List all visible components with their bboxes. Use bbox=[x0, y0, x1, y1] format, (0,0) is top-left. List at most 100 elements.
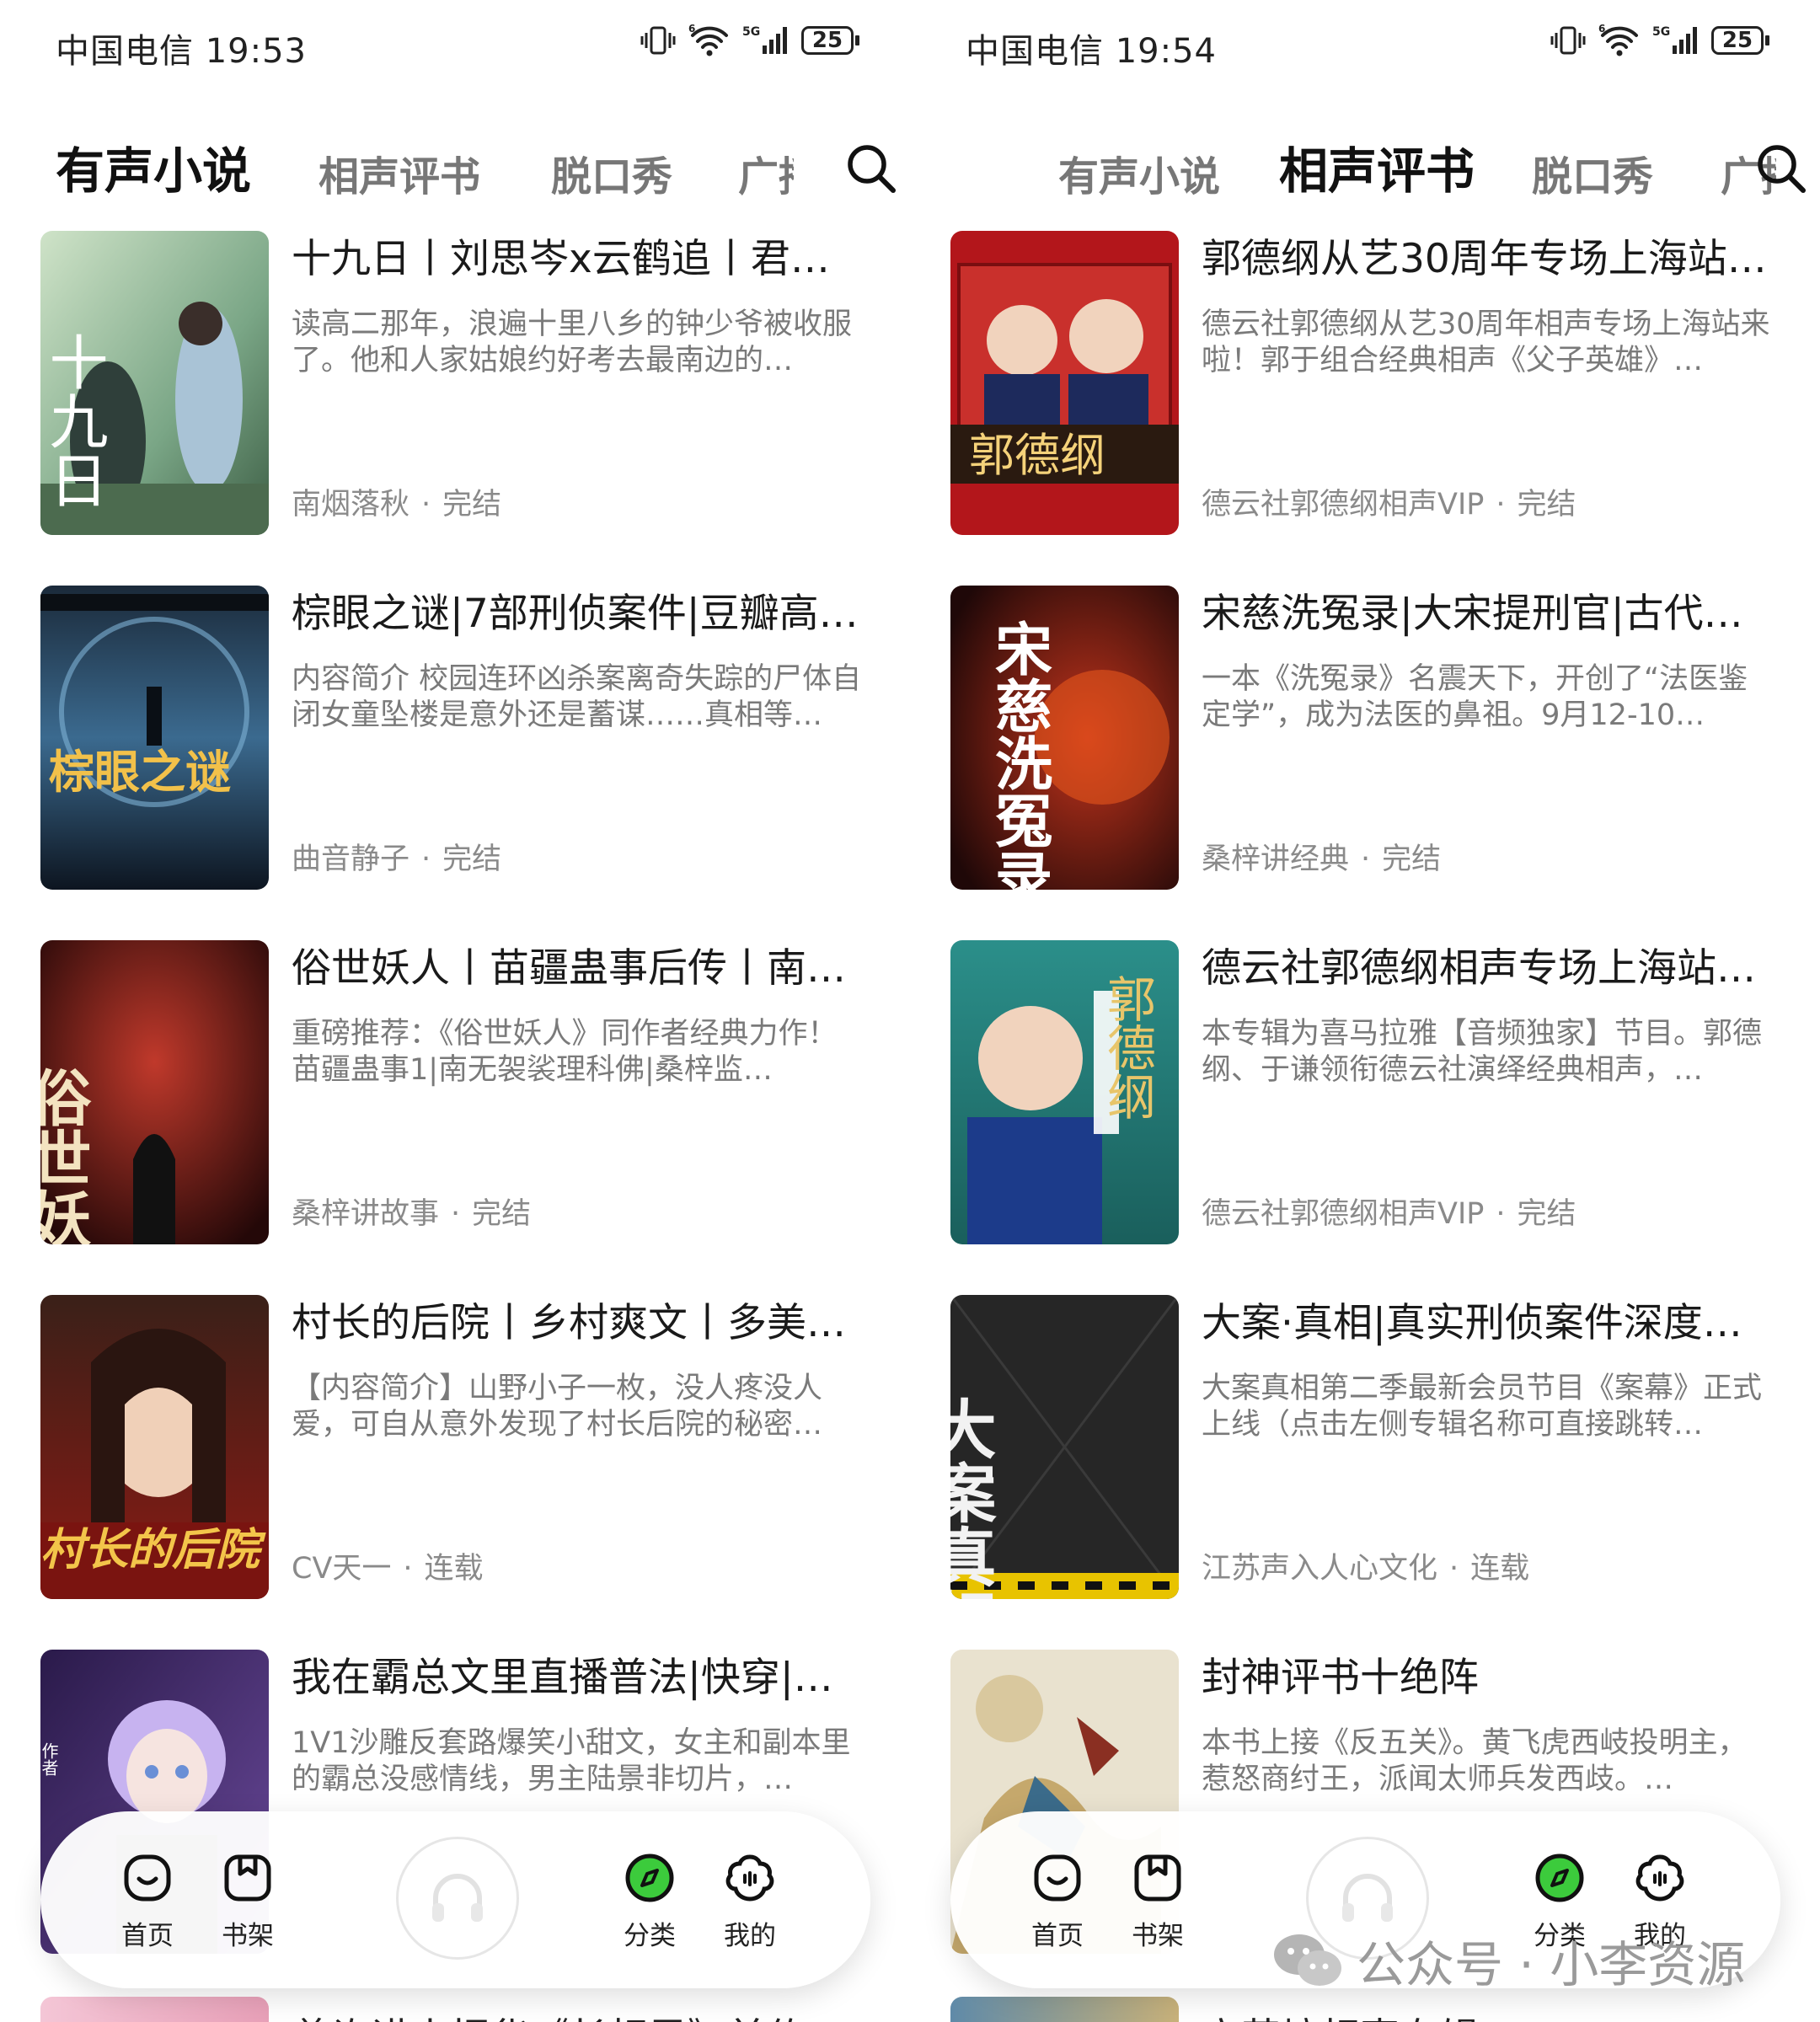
tab-audio-novel[interactable]: 有声小说 bbox=[1058, 143, 1220, 202]
book-status: 完结 bbox=[1517, 1197, 1576, 1231]
book-info: 大案·真相|真实刑侦案件深度… 大案真相第二季最新会员节目《案幕》正式上线（点击… bbox=[1202, 1292, 1773, 1586]
book-cover[interactable]: 棕眼之谜 bbox=[40, 586, 269, 890]
list-item[interactable]: 郭德纲 德云社郭德纲相声专场上海站… 本专辑为喜马拉雅【音频独家】节目。郭德纲、… bbox=[950, 937, 1820, 1292]
book-description: 本专辑为喜马拉雅【音频独家】节目。郭德纲、于谦领衔德云社演绎经典相声，… bbox=[1202, 1017, 1763, 1087]
tab-crosstalk[interactable]: 相声评书 bbox=[1279, 131, 1475, 202]
book-title[interactable]: 十九日丨刘思岑x云鹤追丨君… bbox=[292, 234, 863, 285]
tab-talk-show[interactable]: 脱口秀 bbox=[1532, 143, 1653, 202]
book-title[interactable]: 棕眼之谜|7部刑侦案件|豆瓣高… bbox=[292, 589, 863, 639]
nav-profile[interactable]: 我的 bbox=[699, 1852, 800, 1952]
book-meta: 桑梓讲故事 · 完结 bbox=[292, 1197, 532, 1231]
book-description: 读高二那年，浪遍十里八乡的钟少爷被收服了。他和人家姑娘约好考去最南边的… bbox=[292, 308, 853, 377]
book-author: 桑梓讲经典 bbox=[1202, 842, 1350, 876]
wifi-icon: 6 bbox=[1598, 24, 1638, 56]
book-author: 曲音静子 bbox=[292, 842, 410, 876]
book-status: 完结 bbox=[1382, 842, 1442, 876]
list-item[interactable]: 大案真相 大案·真相|真实刑侦案件深度… 大案真相第二季最新会员节目《案幕》正式… bbox=[950, 1292, 1820, 1646]
search-icon[interactable] bbox=[1754, 142, 1808, 195]
list-item[interactable]: 郭德纲 郭德纲从艺30周年专场上海站… 德云社郭德纲从艺30周年相声专场上海站来… bbox=[950, 227, 1820, 582]
book-title[interactable]: 宋慈洗冤录|大宋提刑官|古代… bbox=[1202, 589, 1773, 639]
book-description: 内容简介 校园连环凶杀案离奇失踪的尸体自闭女童坠楼是意外还是蓄谋……真相等… bbox=[292, 662, 862, 732]
svg-text:十九日: 十九日 bbox=[40, 332, 109, 509]
book-meta: 曲音静子 · 完结 bbox=[292, 842, 502, 876]
book-description: 重磅推荐：《俗世妖人》同作者经典力作！苗疆蛊事1|南无袈裟理科佛|桑梓监… bbox=[292, 1017, 838, 1087]
home-icon bbox=[1034, 1854, 1081, 1902]
category-tabs: 有声小说 相声评书 脱口秀 广播 bbox=[56, 126, 910, 202]
book-cover[interactable]: 郭德纲 bbox=[950, 231, 1179, 535]
book-author: CV天一 bbox=[292, 1552, 392, 1586]
nav-bookshelf-label: 书架 bbox=[222, 1921, 274, 1951]
watermark-text: 公众号 · 小李资源 bbox=[1357, 1936, 1746, 1993]
svg-text:6: 6 bbox=[688, 24, 695, 35]
svg-text:村长的后院: 村长的后院 bbox=[40, 1525, 266, 1575]
book-status: 完结 bbox=[442, 488, 502, 522]
book-info: 棕眼之谜|7部刑侦案件|豆瓣高… 内容简介 校园连环凶杀案离奇失踪的尸体自闭女童… bbox=[292, 582, 863, 876]
book-title[interactable]: 大案·真相|真实刑侦案件深度… bbox=[1202, 1298, 1773, 1349]
compass-icon bbox=[625, 1854, 674, 1902]
profile-icon bbox=[725, 1854, 774, 1902]
book-title[interactable]: 我在霸总文里直播普法|快穿|… bbox=[292, 1653, 863, 1704]
bookshelf-icon bbox=[224, 1854, 271, 1902]
nav-home[interactable]: 首页 bbox=[1007, 1852, 1108, 1952]
book-title[interactable]: 郭德纲从艺30周年专场上海站… bbox=[1202, 234, 1773, 285]
search-icon[interactable] bbox=[844, 142, 898, 195]
nav-home-label: 首页 bbox=[121, 1921, 174, 1951]
list-item[interactable]: 棕眼之谜 棕眼之谜|7部刑侦案件|豆瓣高… 内容简介 校园连环凶杀案离奇失踪的尸… bbox=[40, 582, 910, 937]
player-button[interactable] bbox=[396, 1837, 519, 1960]
book-author: 德云社郭德纲相声VIP bbox=[1202, 1197, 1485, 1231]
book-meta: 江苏声入人心文化 · 连载 bbox=[1202, 1552, 1530, 1586]
svg-text:俗世妖人: 俗世妖人 bbox=[40, 1067, 91, 1244]
bookshelf-icon bbox=[1134, 1854, 1181, 1902]
nav-bookshelf[interactable]: 书架 bbox=[1107, 1852, 1208, 1952]
book-status: 连载 bbox=[1470, 1552, 1530, 1586]
book-title-partial: 高英培相声专辑 bbox=[1202, 2005, 1479, 2022]
book-description: 本书上接《反五关》。黄飞虎西岐投明主，惹怒商纣王，派闻太师兵发西歧。… bbox=[1202, 1726, 1748, 1796]
tab-crosstalk[interactable]: 相声评书 bbox=[318, 143, 480, 202]
svg-text:5G: 5G bbox=[742, 25, 760, 39]
book-info: 我在霸总文里直播普法|快穿|… 1V1沙雕反套路爆笑小甜文，女主和副本里的霸总没… bbox=[292, 1646, 863, 1798]
tab-radio[interactable]: 广播 bbox=[738, 143, 794, 202]
book-cover[interactable]: 俗世妖人 bbox=[40, 940, 269, 1244]
list-item[interactable]: 十九日 十九日丨刘思岑x云鹤追丨君… 读高二那年，浪遍十里八乡的钟少爷被收服了。… bbox=[40, 227, 910, 582]
nav-category[interactable]: 分类 bbox=[599, 1852, 700, 1952]
vibrate-icon bbox=[1550, 26, 1586, 55]
svg-text:大案真相: 大案真相 bbox=[950, 1396, 997, 1599]
tab-talk-show[interactable]: 脱口秀 bbox=[551, 143, 672, 202]
list-item[interactable]: 宋慈洗冤录 宋慈洗冤录|大宋提刑官|古代… 一本《洗冤录》名震天下，开创了“法医… bbox=[950, 582, 1820, 937]
nav-bookshelf[interactable]: 书架 bbox=[197, 1852, 298, 1952]
book-cover[interactable]: 大案真相 bbox=[950, 1295, 1179, 1599]
svg-text:宋慈洗冤录: 宋慈洗冤录 bbox=[985, 619, 1052, 890]
book-description: 德云社郭德纲从艺30周年相声专场上海站来啦！郭于组合经典相声《父子英雄》… bbox=[1202, 308, 1770, 377]
book-cover[interactable]: 十九日 bbox=[40, 231, 269, 535]
book-cover[interactable]: 郭德纲 bbox=[950, 940, 1179, 1244]
home-icon bbox=[124, 1854, 171, 1902]
bottom-nav: 首页 书架 分类 我的 bbox=[40, 1811, 870, 1988]
tab-audio-novel[interactable]: 有声小说 bbox=[56, 131, 251, 202]
watermark: 公众号 · 小李资源 bbox=[1272, 1925, 1745, 1996]
book-title[interactable]: 德云社郭德纲相声专场上海站… bbox=[1202, 944, 1773, 994]
book-meta: 桑梓讲经典 · 完结 bbox=[1202, 842, 1442, 876]
book-cover[interactable]: 宋慈洗冤录 bbox=[950, 586, 1179, 890]
book-title[interactable]: 封神评书十绝阵 bbox=[1202, 1653, 1773, 1704]
category-tabs: 有声小说 相声评书 脱口秀 广播 bbox=[966, 126, 1820, 202]
book-cover[interactable]: 村长的后院 bbox=[40, 1295, 269, 1599]
book-meta: CV天一 · 连载 bbox=[292, 1552, 484, 1586]
list-item[interactable]: 村长的后院 村长的后院丨乡村爽文丨多美… 【内容简介】山野小子一枚，没人疼没人爱… bbox=[40, 1292, 910, 1646]
book-meta: 南烟落秋 · 完结 bbox=[292, 488, 502, 522]
wifi-icon: 6 bbox=[688, 24, 728, 56]
book-author: 德云社郭德纲相声VIP bbox=[1202, 488, 1485, 522]
battery-icon: 25 bbox=[1711, 26, 1769, 55]
svg-text:棕眼之谜: 棕眼之谜 bbox=[49, 746, 231, 799]
nav-home[interactable]: 首页 bbox=[97, 1852, 198, 1952]
status-bar: 中国电信 19:53 6 5G 25 bbox=[56, 19, 859, 71]
list-item[interactable]: 俗世妖人 俗世妖人丨苗疆蛊事后传丨南… 重磅推荐：《俗世妖人》同作者经典力作！苗… bbox=[40, 937, 910, 1292]
book-status: 完结 bbox=[472, 1197, 532, 1231]
book-title[interactable]: 俗世妖人丨苗疆蛊事后传丨南… bbox=[292, 944, 863, 994]
book-status: 完结 bbox=[442, 842, 502, 876]
svg-text:5G: 5G bbox=[1652, 25, 1670, 39]
book-info: 郭德纲从艺30周年专场上海站… 德云社郭德纲从艺30周年相声专场上海站来啦！郭于… bbox=[1202, 227, 1773, 522]
book-cover-partial bbox=[950, 1997, 1179, 2022]
book-title[interactable]: 村长的后院丨乡村爽文丨多美… bbox=[292, 1298, 863, 1349]
headphones-icon bbox=[432, 1874, 483, 1922]
book-title-partial: 曾许诺丨桐华《长相思》前传 bbox=[292, 2005, 806, 2022]
